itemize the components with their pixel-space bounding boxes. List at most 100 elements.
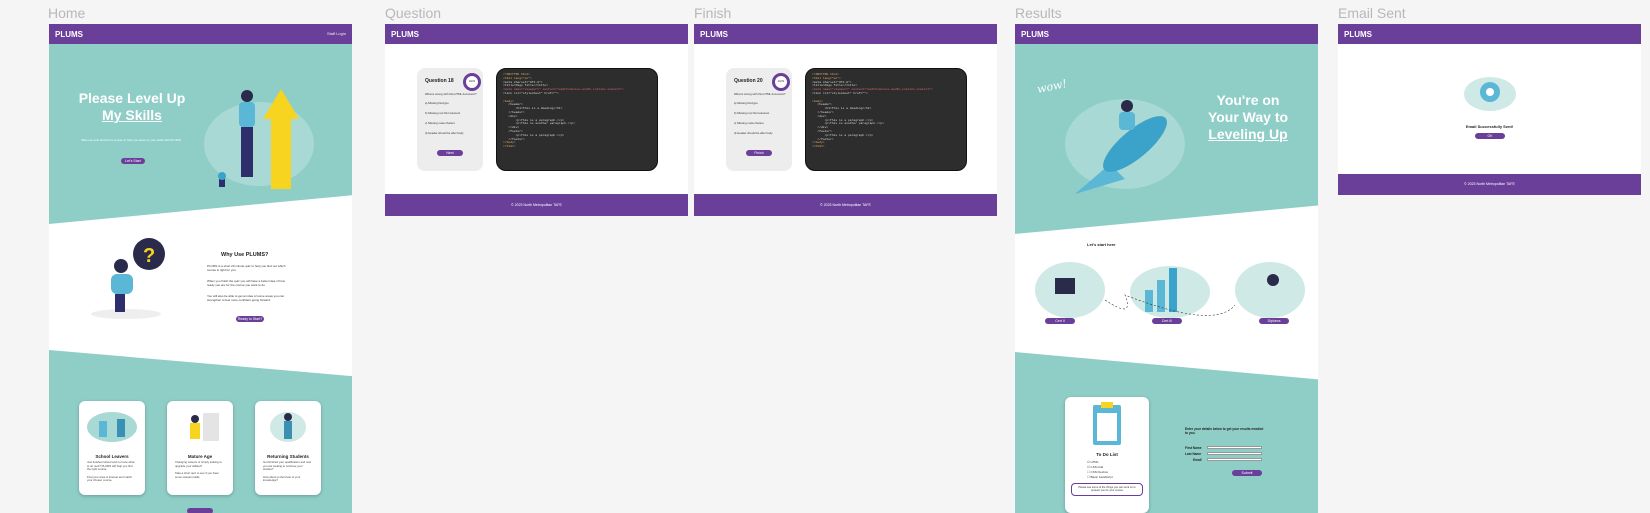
submit-button[interactable]: Submit bbox=[1232, 470, 1262, 476]
why-paragraph-1: PLUMS is a short 20 minute quiz to help … bbox=[207, 264, 286, 272]
frame-label-results: Results bbox=[1015, 5, 1062, 21]
person-head bbox=[241, 90, 253, 102]
question-prompt: What is wrong with this HTML document? bbox=[734, 92, 786, 96]
person-head bbox=[114, 259, 128, 273]
question-card: Question 20 20/20 What is wrong with thi… bbox=[726, 68, 792, 171]
results-title-line2: Your Way to bbox=[1207, 109, 1289, 125]
answer-option-d[interactable]: d) Header should be after body bbox=[425, 131, 464, 135]
navbar: PLUMS bbox=[1338, 24, 1641, 44]
todo-item-label: HTML bbox=[1090, 460, 1099, 464]
level-button-diploma[interactable]: Diploma bbox=[1259, 318, 1289, 324]
hero-title: Please Level Up My Skills bbox=[67, 90, 197, 124]
staff-login-link[interactable]: Staff Login bbox=[327, 31, 346, 36]
todo-item-basic-javascript[interactable]: ☐ Basic JavaScript bbox=[1087, 475, 1149, 480]
bar-chart-icon bbox=[1157, 280, 1165, 312]
answer-option-c[interactable]: c) Missing meta charset bbox=[425, 121, 455, 125]
checkbox-empty-icon[interactable]: ☐ bbox=[1087, 475, 1090, 479]
answer-option-a[interactable]: a) Missing Doctype bbox=[425, 101, 449, 105]
brand-logo[interactable]: PLUMS bbox=[700, 30, 728, 39]
plant-pot-icon bbox=[219, 179, 225, 187]
email-label: Email bbox=[1193, 458, 1202, 462]
mature-age-illustration bbox=[190, 413, 219, 441]
bar-chart-icon bbox=[1145, 290, 1153, 312]
question-person-illustration: ? bbox=[91, 238, 165, 319]
checkbox-checked-icon[interactable]: ☑ bbox=[1087, 465, 1090, 469]
question-mark-icon: ? bbox=[143, 245, 155, 267]
card-returning-students: Returning Students Got finished your qua… bbox=[255, 401, 321, 495]
card-mature-age: Mature Age Changing careers or simply lo… bbox=[167, 401, 233, 495]
navbar: PLUMS bbox=[385, 24, 688, 44]
answer-option-d[interactable]: d) Header should be after body bbox=[734, 131, 773, 135]
gear-hole bbox=[1486, 88, 1494, 96]
clipboard-illustration bbox=[1093, 402, 1121, 445]
form-intro: Enter your details below to get your res… bbox=[1185, 427, 1264, 435]
results-title-line3: Leveling Up bbox=[1208, 126, 1288, 142]
question-title: Question 20 bbox=[734, 78, 763, 84]
level-button-cert-iii[interactable]: Cert III bbox=[1152, 318, 1182, 324]
question-title: Question 18 bbox=[425, 78, 454, 84]
hero-illustration bbox=[204, 89, 314, 189]
question-prompt: What is wrong with this HTML document? bbox=[425, 92, 477, 96]
why-paragraph-3: You will also be able to get an idea of … bbox=[207, 294, 285, 302]
why-title: Why Use PLUMS? bbox=[221, 252, 269, 258]
person-body bbox=[239, 102, 255, 127]
bar-chart-icon bbox=[1169, 268, 1177, 312]
last-name-field[interactable] bbox=[1207, 452, 1262, 455]
card-text: Changing careers or simply looking to up… bbox=[175, 460, 222, 468]
blob-shape bbox=[1235, 262, 1305, 318]
person-legs bbox=[115, 294, 125, 312]
frame-label-home: Home bbox=[48, 5, 86, 21]
todo-item-label: CSS Grid bbox=[1090, 465, 1104, 469]
answer-option-b[interactable]: b) Missing root html element bbox=[734, 111, 769, 115]
question-card: Question 18 18/20 What is wrong with thi… bbox=[417, 68, 483, 171]
email-success-message: Email Successfully Sent! bbox=[1465, 124, 1514, 129]
navbar: PLUMS bbox=[1015, 24, 1318, 44]
brand-logo[interactable]: PLUMS bbox=[391, 30, 419, 39]
todo-section bbox=[1015, 352, 1318, 513]
last-name-label: Last Name bbox=[1185, 452, 1202, 456]
ready-to-start-button[interactable]: Ready to Start? bbox=[236, 316, 264, 322]
person-body bbox=[1119, 112, 1135, 130]
answer-option-b[interactable]: b) Missing root html element bbox=[425, 111, 460, 115]
brand-logo[interactable]: PLUMS bbox=[55, 30, 83, 39]
checkbox-empty-icon[interactable]: ☐ bbox=[1087, 470, 1090, 474]
card-text-2: Find your area of interest and match you… bbox=[87, 474, 132, 483]
footer: © 2023 North Metropolitan TAFE bbox=[1338, 174, 1641, 195]
footer: © 2023 North Metropolitan TAFE bbox=[694, 194, 997, 216]
first-name-field[interactable] bbox=[1207, 446, 1262, 449]
card-text-2: Take a short quiz to see if you have som… bbox=[175, 471, 219, 479]
results-title-line1: You're on bbox=[1216, 92, 1280, 108]
next-button[interactable]: Next bbox=[437, 150, 463, 156]
email-sent-frame: PLUMS Email Successfully Sent! OK © 2023… bbox=[1338, 24, 1641, 195]
ok-button[interactable]: OK bbox=[1475, 133, 1505, 139]
rocket-illustration bbox=[1065, 99, 1185, 194]
answer-option-a[interactable]: a) Missing Doctype bbox=[734, 101, 758, 105]
code-line: </html> bbox=[812, 145, 825, 149]
email-field[interactable] bbox=[1207, 458, 1262, 461]
navbar: PLUMS bbox=[694, 24, 997, 44]
card-text: Got finished your qualification and now … bbox=[263, 460, 312, 472]
board-icon bbox=[1055, 278, 1075, 294]
frame-label-finish: Finish bbox=[694, 5, 732, 21]
first-name-label: First Name bbox=[1185, 446, 1202, 450]
checkbox-checked-icon[interactable]: ☑ bbox=[1087, 460, 1090, 464]
why-paragraph-2: When you finish the quiz you will have a… bbox=[207, 279, 285, 287]
todo-list: ☑ HTML ☑ CSS Grid ☐ CSS Flexbox ☐ Basic … bbox=[1065, 457, 1149, 480]
brand-logo[interactable]: PLUMS bbox=[1021, 30, 1049, 39]
question-frame: PLUMS Question 18 18/20 What is wrong wi… bbox=[385, 24, 688, 216]
cards-next-button[interactable] bbox=[187, 508, 213, 513]
todo-note: Please see some of the things you can wo… bbox=[1071, 483, 1143, 496]
home-frame: PLUMS Staff Login Please Level Up My Ski… bbox=[49, 24, 352, 513]
brand-logo[interactable]: PLUMS bbox=[1344, 30, 1372, 39]
hero-title-line1: Please Level Up bbox=[78, 90, 186, 106]
answer-option-c[interactable]: c) Missing meta charset bbox=[734, 121, 764, 125]
level-button-cert-ii[interactable]: Cert II bbox=[1045, 318, 1075, 324]
lets-start-button[interactable]: Let's Start bbox=[121, 158, 145, 164]
person-body bbox=[111, 274, 133, 294]
progress-ring: 18/20 bbox=[463, 73, 481, 91]
shadow-shape bbox=[91, 309, 161, 319]
start-here-label: Let's start here bbox=[1087, 242, 1116, 247]
finish-button[interactable]: Finish bbox=[746, 150, 772, 156]
frame-label-email-sent: Email Sent bbox=[1338, 5, 1406, 21]
card-text: Just finished school and not sure what t… bbox=[87, 460, 135, 472]
